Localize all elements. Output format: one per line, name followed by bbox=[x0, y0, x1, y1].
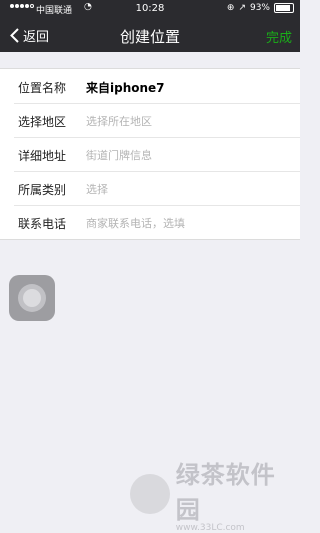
assistive-touch-button[interactable] bbox=[9, 275, 55, 321]
form-row-address[interactable]: 详细地址 街道门牌信息 bbox=[0, 137, 300, 171]
watermark-text: 绿茶软件园 www.33LC.com bbox=[176, 455, 300, 533]
rotation-lock-icon: ⊕ bbox=[226, 3, 235, 13]
address-input[interactable]: 街道门牌信息 bbox=[86, 147, 152, 163]
watermark-brand: 绿茶软件园 bbox=[175, 461, 276, 524]
location-icon: ↗ bbox=[238, 3, 246, 13]
watermark-url: www.33LC.com bbox=[175, 523, 245, 533]
form-row-location-name[interactable]: 位置名称 来自iphone7 bbox=[0, 69, 300, 103]
phone-input[interactable]: 商家联系电话，选填 bbox=[86, 215, 185, 231]
region-label: 选择地区 bbox=[18, 115, 67, 129]
battery-icon bbox=[274, 3, 294, 13]
done-button[interactable]: 完成 bbox=[266, 27, 292, 46]
header: 中国联通 ◔ 10:28 ⊕ ↗ 93% 返回 创建位置 完成 bbox=[0, 0, 300, 52]
battery-percent: 93% bbox=[249, 3, 270, 13]
region-select[interactable]: 选择所在地区 bbox=[86, 113, 152, 129]
location-name-input[interactable]: 来自iphone7 bbox=[86, 79, 165, 96]
page-title: 创建位置 bbox=[119, 28, 180, 46]
category-label: 所属类别 bbox=[18, 183, 67, 197]
watermark: 绿茶软件园 www.33LC.com bbox=[130, 455, 300, 533]
form-row-phone[interactable]: 联系电话 商家联系电话，选填 bbox=[0, 205, 300, 239]
location-name-label: 位置名称 bbox=[18, 81, 67, 95]
nav-bar: 返回 创建位置 完成 bbox=[0, 18, 300, 52]
status-bar: 中国联通 ◔ 10:28 ⊕ ↗ 93% bbox=[0, 0, 300, 18]
status-right: ⊕ ↗ 93% bbox=[227, 3, 294, 13]
phone-label: 联系电话 bbox=[18, 217, 67, 231]
address-label: 详细地址 bbox=[18, 149, 67, 163]
assistive-touch-core bbox=[23, 289, 41, 307]
category-select[interactable]: 选择 bbox=[86, 181, 108, 197]
location-form: 位置名称 来自iphone7 选择地区 选择所在地区 详细地址 街道门牌信息 所… bbox=[0, 68, 300, 240]
form-row-region[interactable]: 选择地区 选择所在地区 bbox=[0, 103, 300, 137]
watermark-logo-icon bbox=[130, 474, 170, 514]
form-row-category[interactable]: 所属类别 选择 bbox=[0, 171, 300, 205]
